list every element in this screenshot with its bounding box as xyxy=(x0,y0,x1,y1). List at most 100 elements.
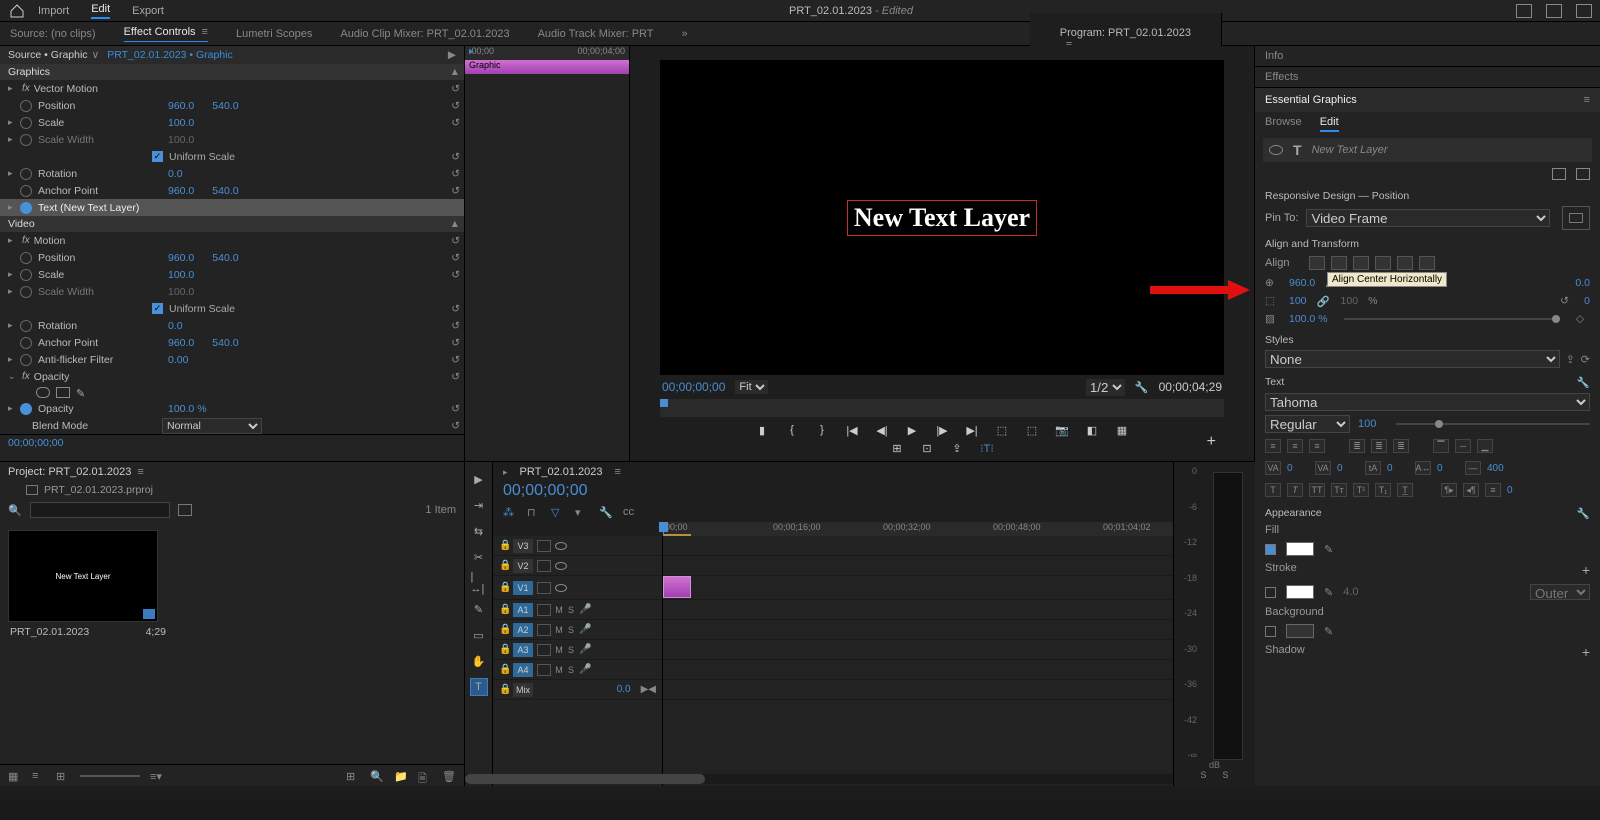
lock-icon[interactable]: 🔒 xyxy=(499,582,509,593)
sort-icon[interactable]: ≡▾ xyxy=(150,770,164,782)
background-swatch[interactable] xyxy=(1286,624,1314,638)
ltr-icon[interactable]: ¶▸ xyxy=(1441,483,1457,497)
ec-sequence-link[interactable]: PRT_02.01.2023 • Graphic xyxy=(107,49,232,61)
text-wrench-icon[interactable]: 🔧 xyxy=(1577,376,1590,389)
type-tool-icon[interactable]: T xyxy=(470,678,488,696)
tracking-val[interactable]: 0 xyxy=(1287,463,1309,474)
align-top-icon[interactable] xyxy=(1375,256,1391,270)
stopwatch-icon[interactable] xyxy=(20,134,32,146)
program-playhead[interactable] xyxy=(660,399,668,407)
auto-sequence-icon[interactable]: ⊞ xyxy=(346,770,360,782)
underline-icon[interactable]: T̲ xyxy=(1397,483,1413,497)
sync-lock-icon[interactable] xyxy=(537,624,551,636)
fx-toggle-icon[interactable] xyxy=(20,202,32,214)
mute-icon[interactable]: M xyxy=(555,605,563,615)
track-a3[interactable]: A3 xyxy=(513,643,533,657)
wrench-icon[interactable]: 🔧 xyxy=(599,506,613,518)
reset-icon[interactable]: ↺ xyxy=(451,83,460,95)
tab-audio-track-mixer[interactable]: Audio Track Mixer: PRT xyxy=(538,28,654,40)
solo-icon[interactable]: S xyxy=(567,605,575,615)
play-only-icon[interactable]: ▶ xyxy=(448,49,456,61)
overwrite-icon[interactable]: ⊡ xyxy=(919,441,935,455)
lock-icon[interactable]: 🔒 xyxy=(499,540,509,551)
font-weight-select[interactable]: Regular xyxy=(1265,415,1350,433)
justify-right-icon[interactable]: ≣ xyxy=(1393,439,1409,453)
new-bin-icon[interactable]: 📁 xyxy=(394,770,408,782)
go-out-icon[interactable]: ▶| xyxy=(964,423,980,437)
eye-icon[interactable] xyxy=(555,542,567,550)
font-size-slider[interactable] xyxy=(1396,423,1590,425)
eg-tab-edit[interactable]: Edit xyxy=(1320,116,1339,132)
link-icon[interactable]: 🔗 xyxy=(1317,295,1331,307)
group-icon[interactable] xyxy=(1576,168,1590,180)
workspace-icon[interactable] xyxy=(1516,4,1532,18)
pin-to-select[interactable]: Video Frame xyxy=(1306,209,1550,227)
val-scale[interactable]: 100.0 xyxy=(168,117,194,129)
solo-right-icon[interactable]: S xyxy=(1223,770,1229,780)
val-pos-x[interactable]: 960.0 xyxy=(168,100,194,112)
button-editor-icon[interactable]: + xyxy=(1207,433,1216,451)
sequence-name[interactable]: PRT_02.01.2023 xyxy=(520,466,603,478)
stopwatch-icon[interactable] xyxy=(20,100,32,112)
kerning-val[interactable]: 0 xyxy=(1337,463,1359,474)
prop-motion[interactable]: Motion xyxy=(34,235,164,247)
go-in-icon[interactable]: |◀ xyxy=(844,423,860,437)
rectangle-tool-icon[interactable]: ▭ xyxy=(470,626,488,644)
val-anchor-y[interactable]: 540.0 xyxy=(212,185,238,197)
faux-italic-icon[interactable]: T xyxy=(1287,483,1303,497)
lock-icon[interactable]: 🔒 xyxy=(499,644,509,655)
val-anchor-x[interactable]: 960.0 xyxy=(168,185,194,197)
superscript-icon[interactable]: T¹ xyxy=(1353,483,1369,497)
tab-source[interactable]: Source: (no clips) xyxy=(10,28,96,40)
lock-icon[interactable]: 🔒 xyxy=(499,624,509,635)
lift-icon[interactable]: ⬚ xyxy=(994,423,1010,437)
align-right-icon[interactable] xyxy=(1353,256,1369,270)
slip-tool-icon[interactable]: |↔| xyxy=(470,574,488,592)
style-sync-icon[interactable]: ⟳ xyxy=(1581,353,1590,366)
menu-export[interactable]: Export xyxy=(132,5,164,17)
stroke-type-select[interactable]: Outer xyxy=(1530,584,1590,600)
solo-left-icon[interactable]: S xyxy=(1200,770,1206,780)
project-item[interactable]: New Text Layer PRT_02.01.20234;29 xyxy=(8,530,168,642)
panel-menu-icon[interactable]: ≡ xyxy=(137,466,143,478)
timeline-clip-graphic[interactable] xyxy=(663,576,691,598)
v-align-top-icon[interactable]: ▔ xyxy=(1433,439,1449,453)
project-search-input[interactable] xyxy=(30,502,170,518)
track-select-tool-icon[interactable]: ⇥ xyxy=(470,496,488,514)
ec-timecode[interactable]: 00;00;00;00 xyxy=(8,437,63,449)
justify-left-icon[interactable]: ≣ xyxy=(1349,439,1365,453)
uniform-scale-checkbox[interactable]: ✓ xyxy=(152,151,163,162)
text-layer-on-canvas[interactable]: New Text Layer xyxy=(847,200,1037,236)
linked-selection-icon[interactable]: ⊓ xyxy=(527,506,541,518)
safe-margin-icon[interactable]: ▦ xyxy=(1114,423,1130,437)
smallcaps-icon[interactable]: Tт xyxy=(1331,483,1347,497)
ec-clip-bar[interactable]: Graphic xyxy=(465,60,629,74)
program-ruler[interactable] xyxy=(660,399,1224,417)
rtl-icon[interactable]: ◂¶ xyxy=(1463,483,1479,497)
digits-icon[interactable]: ≡ xyxy=(1485,483,1501,497)
eye-icon[interactable] xyxy=(555,562,567,570)
stroke-width[interactable]: 4.0 xyxy=(1343,586,1358,598)
stopwatch-icon[interactable] xyxy=(20,337,32,349)
eg-layer-row[interactable]: T New Text Layer xyxy=(1263,138,1592,162)
new-layer-icon[interactable] xyxy=(1552,168,1566,180)
section-reset-icon[interactable]: ▲ xyxy=(450,66,460,78)
delete-icon[interactable]: 🗑 xyxy=(442,770,456,782)
text-align-center-icon[interactable]: ≡ xyxy=(1287,439,1303,453)
sequence-settings-icon[interactable]: ▾ xyxy=(575,506,589,518)
val-pos-y[interactable]: 540.0 xyxy=(212,100,238,112)
align-center-h-icon[interactable] xyxy=(1331,256,1347,270)
fill-swatch[interactable] xyxy=(1286,542,1314,556)
hand-tool-icon[interactable]: ✋ xyxy=(470,652,488,670)
opacity-slider[interactable] xyxy=(1344,318,1560,320)
mask-ellipse-icon[interactable] xyxy=(36,387,50,398)
list-view-icon[interactable]: ▦ xyxy=(8,770,22,782)
eg-tab-browse[interactable]: Browse xyxy=(1265,116,1302,132)
justify-center-icon[interactable]: ≣ xyxy=(1371,439,1387,453)
v-align-mid-icon[interactable]: ─ xyxy=(1455,439,1471,453)
share-icon[interactable] xyxy=(1546,4,1562,18)
program-tc-left[interactable]: 00;00;00;00 xyxy=(662,380,725,394)
ec-playhead-icon[interactable]: ▸ xyxy=(469,46,474,57)
comparison-icon[interactable]: ◧ xyxy=(1084,423,1100,437)
leading-val[interactable]: 0 xyxy=(1387,463,1409,474)
